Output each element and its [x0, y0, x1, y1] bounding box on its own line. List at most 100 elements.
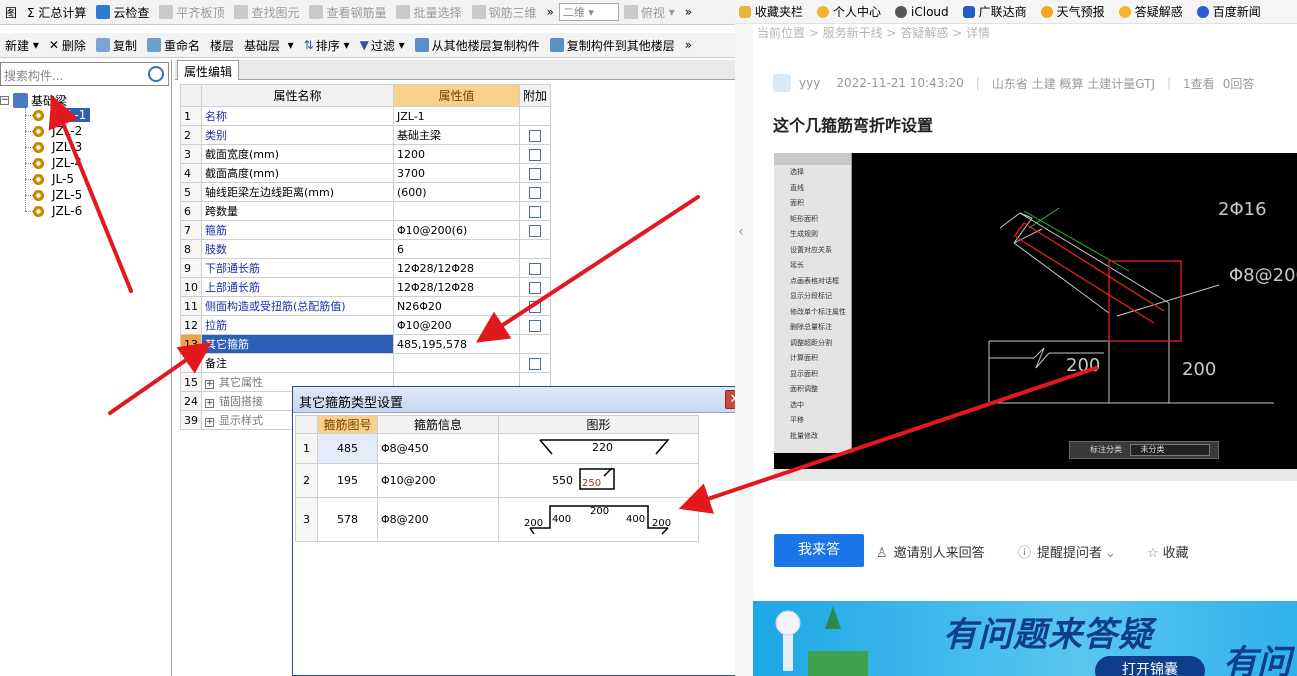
- expand-icon[interactable]: +: [205, 380, 214, 389]
- question-meta: yyy 2022-11-21 10:43:20 | 山东省 土建 概算 土建计量…: [773, 74, 1254, 92]
- view-rebar-button[interactable]: 查看钢筋量: [304, 1, 391, 23]
- extra-checkbox[interactable]: [529, 300, 541, 313]
- table-row-selected[interactable]: 13 其它箍筋 485,195,578: [180, 334, 552, 354]
- extra-checkbox[interactable]: [529, 281, 541, 294]
- collapse-toggle[interactable]: −: [0, 96, 9, 105]
- table-row[interactable]: 14 备注: [180, 353, 552, 373]
- remind-asker-link[interactable]: ⓘ 提醒提问者 ⌄: [1018, 542, 1116, 561]
- bookmark-favorites[interactable]: 收藏夹栏: [739, 3, 803, 20]
- view-mode-select[interactable]: 二维 ▾: [558, 3, 619, 21]
- cad-category-select[interactable]: 未分类: [1129, 444, 1210, 456]
- table-row[interactable]: 1 名称 JZL-1: [180, 106, 552, 126]
- tree-item[interactable]: JZL-5: [33, 188, 82, 202]
- table-row[interactable]: 10 上部通长筋 12Φ28/12Φ28: [180, 277, 552, 297]
- copy-from-floor-button[interactable]: 从其他楼层复制构件: [410, 34, 545, 56]
- toolbar1-overflow[interactable]: »: [680, 1, 697, 23]
- banner-button[interactable]: 打开锦囊: [1095, 656, 1205, 676]
- bookmark-weather[interactable]: 天气预报: [1040, 3, 1105, 20]
- bookmark-icloud[interactable]: iCloud: [895, 5, 949, 19]
- extra-checkbox[interactable]: [529, 167, 541, 180]
- stirrup-shape-drawing: 200 400 200 400 200: [524, 505, 671, 535]
- cloud-check-icon: [96, 5, 111, 19]
- bookmark-glodon[interactable]: 广联达商: [962, 3, 1027, 20]
- chevron-left-icon[interactable]: ‹: [738, 224, 744, 240]
- toolbar-overflow[interactable]: »: [542, 1, 559, 23]
- tab-property-edit[interactable]: 属性编辑: [177, 60, 240, 80]
- property-grid: 属性名称 属性值 附加 1 名称 JZL-1 2 类别 基础主梁 3 截面宽度(mm) 12…: [180, 84, 552, 430]
- promo-banner[interactable]: 有问题来答疑 打开锦囊 有问: [753, 601, 1297, 676]
- extra-checkbox[interactable]: [529, 205, 541, 218]
- extra-checkbox[interactable]: [529, 224, 541, 237]
- tree-root[interactable]: − 基础梁: [0, 92, 67, 109]
- search-input[interactable]: 搜索构件...: [0, 62, 169, 86]
- cad-drawing: 2Φ16 Φ8@200 200 200: [988, 199, 1297, 404]
- copy-to-floor-button[interactable]: 复制构件到其他楼层: [545, 34, 680, 56]
- table-row[interactable]: 8 肢数 6: [180, 239, 552, 259]
- cad-label-phi8: Φ8@200: [1229, 265, 1297, 286]
- stirrup-grid-header: 箍筋图号 箍筋信息 图形: [295, 415, 699, 434]
- toolbar2-overflow[interactable]: »: [680, 34, 697, 56]
- component-toolbar: 新建 ▾ ✕ 删除 复制 重命名 楼层 基础层 ▾ ⇅ 排序 ▾ ▼ 过滤 ▾ 从其他…: [0, 33, 735, 58]
- author-name[interactable]: yyy: [799, 76, 820, 90]
- delete-button[interactable]: ✕ 删除: [44, 34, 91, 56]
- find-element-button[interactable]: 查找图元: [229, 1, 304, 23]
- tree-item[interactable]: JZL-3: [33, 140, 82, 154]
- rename-button[interactable]: 重命名: [142, 34, 205, 56]
- table-row[interactable]: 2 类别 基础主梁: [180, 125, 552, 145]
- apple-icon: [895, 5, 908, 18]
- avatar[interactable]: [773, 74, 791, 92]
- table-row[interactable]: 7 箍筋 Φ10@200(6): [180, 220, 552, 240]
- rename-icon: [146, 38, 161, 52]
- toolbar-item-draw[interactable]: 图: [0, 1, 22, 23]
- extra-checkbox[interactable]: [529, 129, 541, 142]
- answer-button[interactable]: 我来答: [774, 534, 864, 567]
- extra-checkbox[interactable]: [529, 186, 541, 199]
- question-attachment-image[interactable]: 选择 直线 面积 矩形面积 生成规则 设置对应关系 延长 点画表格对话框 显示分…: [774, 153, 1297, 481]
- tree-item[interactable]: JZL-6: [33, 204, 82, 218]
- table-row[interactable]: 11 侧面构造或受扭筋(总配筋值) N26Φ20: [180, 296, 552, 316]
- cloud-check-button[interactable]: 云检查: [91, 1, 154, 23]
- tree-item[interactable]: JZL-1: [33, 108, 91, 122]
- extra-checkbox[interactable]: [529, 357, 541, 370]
- gear-icon: [33, 141, 44, 153]
- view-count: 1查看: [1183, 76, 1215, 91]
- tree-item[interactable]: JZL-4: [33, 156, 82, 170]
- dialog-titlebar[interactable]: 其它箍筋类型设置 ✕: [293, 387, 749, 413]
- table-row[interactable]: 1 485 Φ8@450 220: [295, 433, 699, 464]
- extra-checkbox[interactable]: [529, 148, 541, 161]
- table-row[interactable]: 6 跨数量: [180, 201, 552, 221]
- extra-checkbox[interactable]: [529, 319, 541, 332]
- invite-answer-link[interactable]: ♙ 邀请别人来回答: [876, 542, 985, 561]
- rebar-3d-button[interactable]: 钢筋三维: [467, 1, 542, 23]
- expand-icon[interactable]: +: [205, 399, 214, 408]
- extra-checkbox[interactable]: [529, 262, 541, 275]
- copy-button[interactable]: 复制: [91, 34, 142, 56]
- table-row[interactable]: 4 截面高度(mm) 3700: [180, 163, 552, 183]
- shape-header: 图形: [498, 415, 699, 434]
- table-row[interactable]: 5 轴线距梁左边线距离(mm) (600): [180, 182, 552, 202]
- floor-select[interactable]: 基础层 ▾: [239, 34, 299, 56]
- expand-icon[interactable]: +: [205, 418, 214, 427]
- tree-item[interactable]: JZL-2: [33, 124, 82, 138]
- flush-slab-top-button[interactable]: 平齐板顶: [154, 1, 229, 23]
- new-button[interactable]: 新建 ▾: [0, 34, 44, 56]
- filter-button[interactable]: ▼ 过滤 ▾: [355, 34, 410, 56]
- sort-button[interactable]: ⇅ 排序 ▾: [299, 34, 355, 56]
- tree-item[interactable]: JL-5: [33, 172, 74, 186]
- table-row[interactable]: 12 拉筋 Φ10@200: [180, 315, 552, 335]
- table-row[interactable]: 9 下部通长筋 12Φ28/12Φ28: [180, 258, 552, 278]
- summary-calc-button[interactable]: Σ 汇总计算: [22, 1, 91, 23]
- bookmark-qa[interactable]: 答疑解惑: [1118, 3, 1183, 20]
- bookmark-personal[interactable]: 个人中心: [817, 3, 881, 20]
- search-icon[interactable]: [148, 66, 164, 82]
- bookmark-baidu-news[interactable]: 百度新闻: [1196, 3, 1261, 20]
- cad-status-bar: 标注分类 未分类: [1069, 441, 1219, 459]
- svg-text:400: 400: [626, 514, 645, 525]
- table-row[interactable]: 2 195 Φ10@200 550 250: [295, 463, 699, 498]
- perspective-select[interactable]: 俯视 ▾: [619, 1, 680, 23]
- batch-select-button[interactable]: 批量选择: [391, 1, 466, 23]
- favorite-link[interactable]: ☆ 收藏: [1147, 542, 1189, 561]
- table-row[interactable]: 3 578 Φ8@200 200 400 200 400 200: [295, 497, 699, 542]
- table-row[interactable]: 3 截面宽度(mm) 1200: [180, 144, 552, 164]
- sidebar-collapse-strip[interactable]: ‹: [735, 24, 753, 676]
